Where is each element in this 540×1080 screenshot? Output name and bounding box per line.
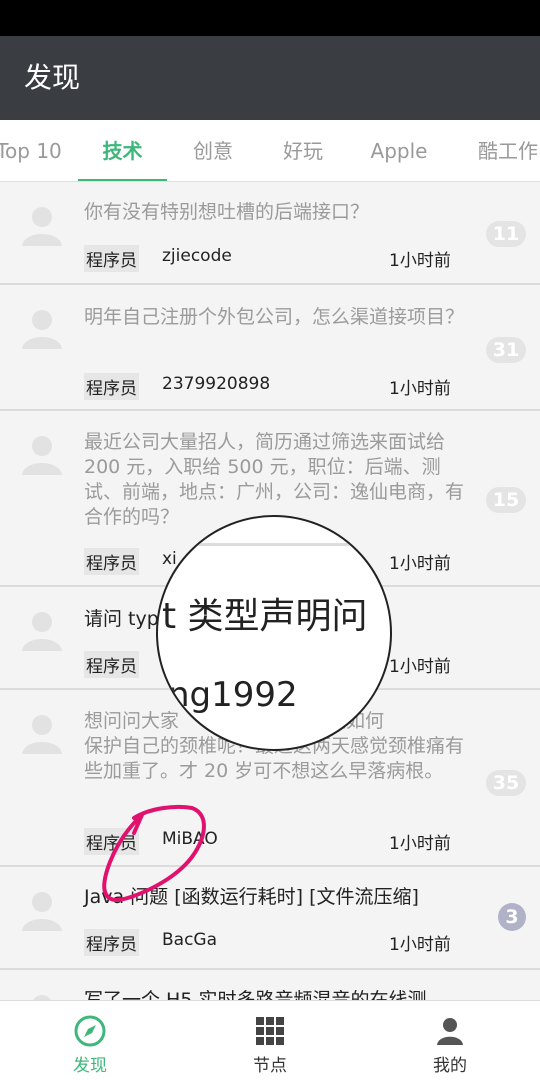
- list-item[interactable]: 写了一个 H5 实时多路音频混音的在线测: [0, 970, 540, 1000]
- topic-title: 写了一个 H5 实时多路音频混音的在线测: [84, 989, 427, 1000]
- magnifier-lens: t 类型声明问 ng1992: [156, 515, 392, 751]
- topic-title: Java 问题 [函数运行耗时] [文件流压缩]: [84, 886, 419, 908]
- topic-title-part: 想问问大家: [84, 710, 180, 732]
- status-bar: [0, 0, 540, 36]
- nav-nodes[interactable]: 节点: [180, 1001, 360, 1080]
- reply-count-badge: 15: [486, 487, 526, 513]
- page-title: 发现: [24, 61, 81, 94]
- app-bar: 发现: [0, 36, 540, 120]
- tab-bar: Top 10 技术 创意 好玩 Apple 酷工作: [0, 120, 540, 182]
- node-tag[interactable]: 程序员: [84, 651, 139, 678]
- avatar[interactable]: [18, 708, 66, 756]
- nav-label: 节点: [253, 1056, 287, 1076]
- avatar[interactable]: [18, 429, 66, 477]
- reply-count-badge: 35: [486, 770, 526, 796]
- topic-meta: 程序员 zjiecode 1小时前: [84, 245, 464, 272]
- node-tag[interactable]: 程序员: [84, 929, 139, 956]
- person-icon: [437, 1018, 463, 1045]
- node-tag[interactable]: 程序员: [84, 548, 139, 575]
- avatar[interactable]: [18, 200, 66, 248]
- tab-apple[interactable]: Apple: [358, 120, 440, 181]
- author-name[interactable]: BacGa: [162, 930, 217, 950]
- nav-label: 发现: [73, 1056, 107, 1076]
- timestamp: 1小时前: [389, 935, 451, 955]
- tab-creative[interactable]: 创意: [173, 120, 253, 181]
- author-name[interactable]: 2379920898: [162, 374, 270, 394]
- avatar[interactable]: [18, 605, 66, 653]
- reply-count-badge: 11: [486, 221, 526, 247]
- tab-tech[interactable]: 技术: [78, 120, 167, 181]
- node-tag[interactable]: 程序员: [84, 245, 139, 272]
- topic-meta: 程序员 BacGa 1小时前: [84, 929, 464, 956]
- author-name[interactable]: zjiecode: [162, 246, 232, 266]
- author-name[interactable]: MiBAO: [162, 829, 218, 849]
- timestamp: 1小时前: [389, 554, 451, 574]
- topic-title: 你有没有特别想吐槽的后端接口？: [84, 201, 370, 223]
- magnifier-text: ng1992: [168, 675, 298, 715]
- grid-icon: [256, 1017, 284, 1045]
- node-tag[interactable]: 程序员: [84, 828, 139, 855]
- avatar[interactable]: [18, 988, 66, 1000]
- timestamp: 1小时前: [389, 379, 451, 399]
- magnifier-text: t 类型声明问: [162, 596, 368, 637]
- list-item[interactable]: Java 问题 [函数运行耗时] [文件流压缩] 程序员 BacGa 1小时前 …: [0, 867, 540, 970]
- bottom-nav: 发现 节点 我的: [0, 1000, 540, 1080]
- timestamp: 1小时前: [389, 657, 451, 677]
- list-item[interactable]: 明年自己注册个外包公司，怎么渠道接项目？ 程序员 2379920898 1小时前…: [0, 285, 540, 411]
- tab-cool-job[interactable]: 酷工作: [468, 120, 540, 181]
- topic-title: 明年自己注册个外包公司，怎么渠道接项目？: [84, 306, 465, 328]
- author-name[interactable]: xi: [162, 549, 177, 569]
- compass-icon: [74, 1015, 106, 1047]
- timestamp: 1小时前: [389, 834, 451, 854]
- tab-top10[interactable]: Top 10: [0, 120, 74, 181]
- avatar[interactable]: [18, 303, 66, 351]
- tab-fun[interactable]: 好玩: [263, 120, 343, 181]
- avatar[interactable]: [18, 885, 66, 933]
- topic-meta: 程序员 2379920898 1小时前: [84, 373, 464, 400]
- magnifier-divider: [168, 543, 388, 546]
- nav-label: 我的: [433, 1056, 467, 1076]
- timestamp: 1小时前: [389, 251, 451, 271]
- reply-count-badge: 3: [498, 903, 526, 931]
- nav-me[interactable]: 我的: [360, 1001, 540, 1080]
- node-tag[interactable]: 程序员: [84, 373, 139, 400]
- reply-count-badge: 31: [486, 337, 526, 363]
- topic-meta: 程序员 MiBAO 1小时前: [84, 828, 464, 855]
- list-item[interactable]: 你有没有特别想吐槽的后端接口？ 程序员 zjiecode 1小时前 11: [0, 182, 540, 285]
- nav-discover[interactable]: 发现: [0, 1001, 180, 1080]
